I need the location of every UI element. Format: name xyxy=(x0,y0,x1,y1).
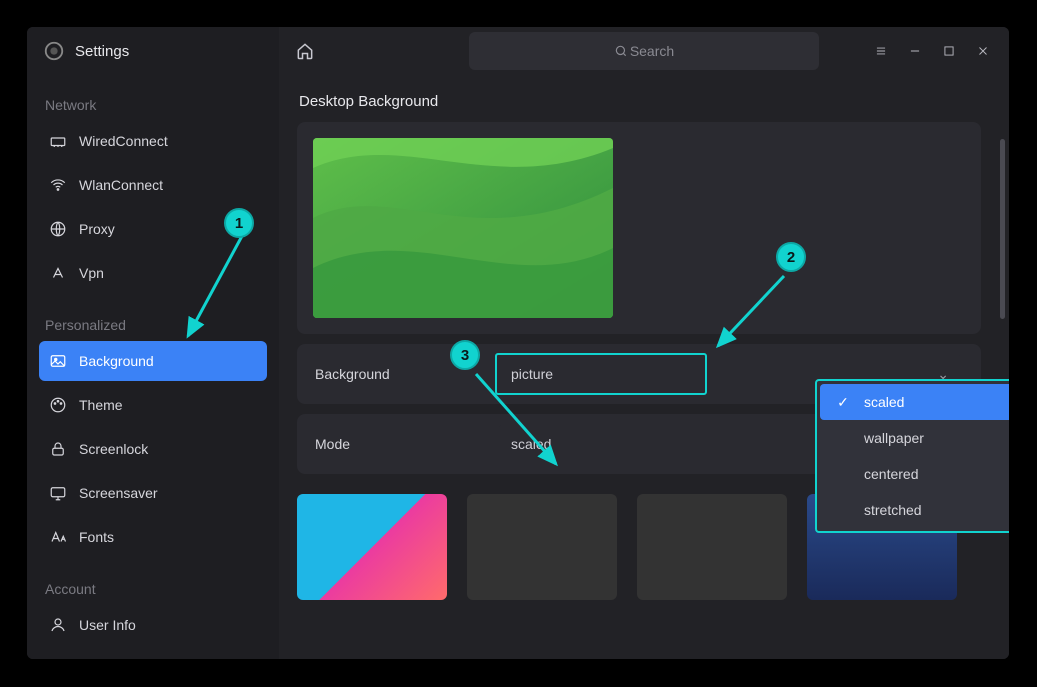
annotation-badge-3: 3 xyxy=(450,340,480,370)
sidebar-item-label: Screenlock xyxy=(79,441,148,457)
sidebar-item-wlanconnect[interactable]: WlanConnect xyxy=(39,165,267,205)
wallpaper-preview xyxy=(313,138,613,318)
mode-label: Mode xyxy=(315,436,497,452)
mode-option-stretched[interactable]: stretched xyxy=(820,492,1009,528)
annotation-badge-2: 2 xyxy=(776,242,806,272)
window-controls xyxy=(865,27,999,75)
sidebar-group-account: Account xyxy=(39,559,267,603)
background-type-value: picture xyxy=(511,366,553,382)
settings-app-icon xyxy=(43,40,65,62)
sidebar: Settings Network WiredConnect WlanConnec… xyxy=(27,27,279,659)
sidebar-item-screensaver[interactable]: Screensaver xyxy=(39,473,267,513)
lock-icon xyxy=(49,440,67,458)
user-icon xyxy=(49,616,67,634)
check-icon: ✓ xyxy=(834,394,852,411)
topbar: Search xyxy=(279,27,1009,75)
page-title: Desktop Background xyxy=(299,93,979,110)
sidebar-item-label: Fonts xyxy=(79,529,114,545)
sidebar-item-label: WlanConnect xyxy=(79,177,163,193)
sidebar-item-userinfo[interactable]: User Info xyxy=(39,605,267,645)
mode-option-wallpaper[interactable]: wallpaper xyxy=(820,420,1009,456)
wallpaper-thumb[interactable] xyxy=(297,494,447,600)
sidebar-item-label: WiredConnect xyxy=(79,133,168,149)
close-button[interactable] xyxy=(967,35,999,67)
app-title: Settings xyxy=(75,43,129,60)
settings-window: Settings Network WiredConnect WlanConnec… xyxy=(27,27,1009,659)
sidebar-item-label: Theme xyxy=(79,397,123,413)
mode-dropdown-menu: ✓ scaled wallpaper centered stretched xyxy=(815,379,1009,533)
sidebar-item-screenlock[interactable]: Screenlock xyxy=(39,429,267,469)
menu-button[interactable] xyxy=(865,35,897,67)
sidebar-group-personalized: Personalized xyxy=(39,295,267,339)
wifi-icon xyxy=(49,176,67,194)
minimize-button[interactable] xyxy=(899,35,931,67)
search-input[interactable]: Search xyxy=(469,32,819,70)
vpn-icon xyxy=(49,264,67,282)
sidebar-item-background[interactable]: Background xyxy=(39,341,267,381)
image-icon xyxy=(49,352,67,370)
fonts-icon xyxy=(49,528,67,546)
mode-option-label: wallpaper xyxy=(864,430,924,446)
mode-option-scaled[interactable]: ✓ scaled xyxy=(820,384,1009,420)
content-area: Desktop Background xyxy=(279,75,1009,659)
mode-option-centered[interactable]: centered xyxy=(820,456,1009,492)
sidebar-item-label: Screensaver xyxy=(79,485,158,501)
sidebar-item-vpn[interactable]: Vpn xyxy=(39,253,267,293)
scrollbar[interactable] xyxy=(1000,139,1005,319)
wallpaper-thumb[interactable] xyxy=(637,494,787,600)
mode-option-label: scaled xyxy=(864,394,904,410)
search-icon xyxy=(614,44,628,58)
mode-option-label: centered xyxy=(864,466,918,482)
sidebar-item-label: Proxy xyxy=(79,221,115,237)
globe-icon xyxy=(49,220,67,238)
search-placeholder: Search xyxy=(630,43,674,59)
sidebar-item-theme[interactable]: Theme xyxy=(39,385,267,425)
mode-option-label: stretched xyxy=(864,502,922,518)
ethernet-icon xyxy=(49,132,67,150)
home-button[interactable] xyxy=(289,35,321,67)
screensaver-icon xyxy=(49,484,67,502)
mode-value: scaled xyxy=(511,436,551,452)
sidebar-item-label: Background xyxy=(79,353,154,369)
wallpaper-preview-panel xyxy=(297,122,981,334)
maximize-button[interactable] xyxy=(933,35,965,67)
app-header: Settings xyxy=(39,27,267,75)
main-area: Search Desktop Background xyxy=(279,27,1009,659)
sidebar-group-network: Network xyxy=(39,75,267,119)
annotation-badge-1: 1 xyxy=(224,208,254,238)
palette-icon xyxy=(49,396,67,414)
wallpaper-thumb[interactable] xyxy=(467,494,617,600)
sidebar-item-label: Vpn xyxy=(79,265,104,281)
sidebar-item-label: User Info xyxy=(79,617,136,633)
sidebar-item-wiredconnect[interactable]: WiredConnect xyxy=(39,121,267,161)
sidebar-item-fonts[interactable]: Fonts xyxy=(39,517,267,557)
